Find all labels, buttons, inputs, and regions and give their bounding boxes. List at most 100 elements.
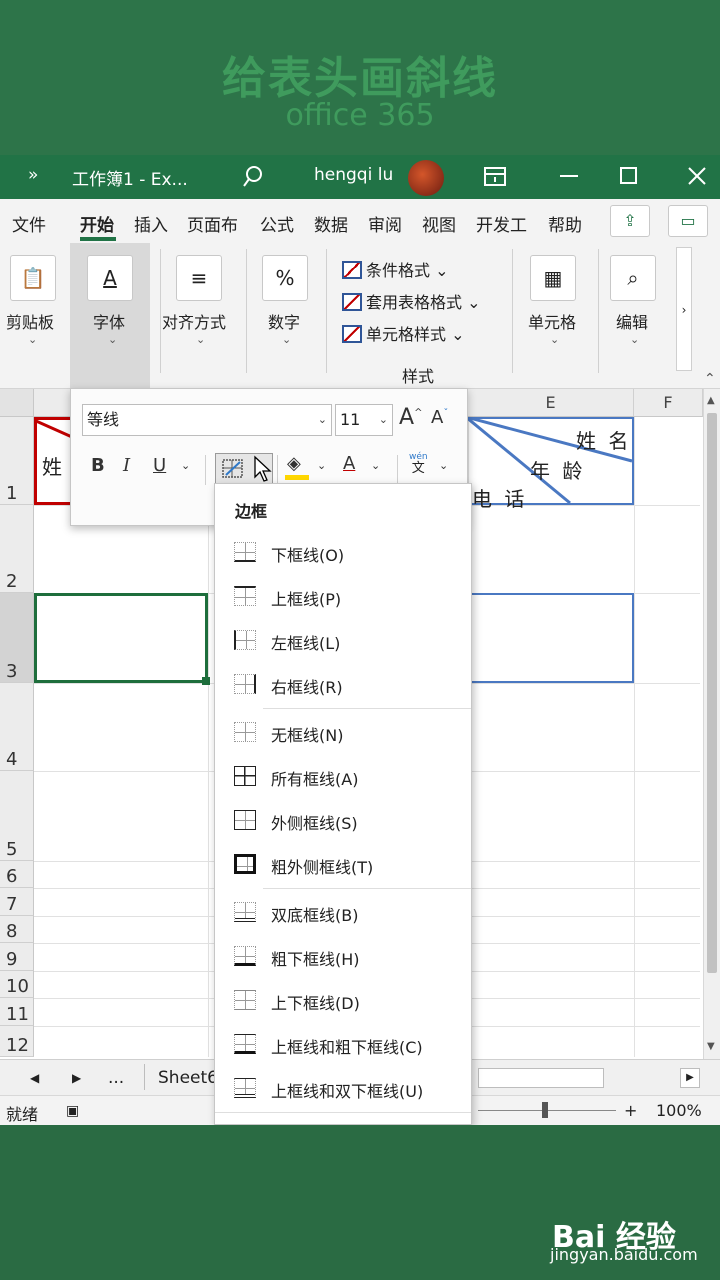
ribbon-display-icon[interactable] <box>484 167 506 187</box>
conditional-format-button[interactable]: 条件格式 ⌄ <box>342 257 449 281</box>
cell-styles-button[interactable]: 单元格样式 ⌄ <box>342 321 465 345</box>
maximize-icon[interactable] <box>620 167 638 185</box>
vertical-scrollbar[interactable]: ▲ ▼ <box>703 389 720 1059</box>
row-header-12[interactable]: 12 <box>0 1026 34 1057</box>
horizontal-scrollbar[interactable] <box>478 1068 604 1088</box>
conditional-format-icon <box>342 261 362 279</box>
row-header-1[interactable]: 1 <box>0 417 34 505</box>
menu-item-top-border[interactable]: 上框线(P) <box>215 574 471 618</box>
fill-color-dropdown-icon[interactable]: ⌄ <box>317 459 326 472</box>
menu-item-all-borders[interactable]: 所有框线(A) <box>215 754 471 798</box>
group-editing[interactable]: ⌕ 编辑 ⌄ <box>600 243 670 389</box>
column-header-f[interactable]: F <box>634 389 703 417</box>
comments-icon[interactable]: ▭ <box>668 205 708 237</box>
column-header-e[interactable]: E <box>468 389 634 417</box>
avatar[interactable] <box>408 160 444 196</box>
row-header-2[interactable]: 2 <box>0 505 34 593</box>
close-icon[interactable] <box>688 167 706 185</box>
right-border-icon <box>234 674 256 694</box>
toolbar-separator <box>205 455 206 485</box>
font-color-button[interactable]: A <box>343 453 355 474</box>
tab-insert[interactable]: 插入 <box>134 211 168 236</box>
tab-scroll-right-icon[interactable]: ▶ <box>72 1071 81 1085</box>
menu-item-thick-outside-borders[interactable]: 粗外侧框线(T) <box>215 842 471 886</box>
collapse-ribbon-icon[interactable]: ⌃ <box>704 371 716 387</box>
group-font[interactable]: A 字体 ⌄ <box>70 243 150 389</box>
group-alignment[interactable]: ≡ 对齐方式 ⌄ <box>160 243 242 389</box>
row-header-11[interactable]: 11 <box>0 998 34 1026</box>
menu-item-top-bottom-border[interactable]: 上下框线(D) <box>215 978 471 1022</box>
menu-item-double-bottom-border[interactable]: 双底框线(B) <box>215 890 471 934</box>
ribbon-separator <box>512 249 513 373</box>
share-icon[interactable]: ⇪ <box>610 205 650 237</box>
menu-item-thick-bottom-border[interactable]: 粗下框线(H) <box>215 934 471 978</box>
top-thick-bottom-border-icon <box>234 1034 256 1054</box>
tab-review[interactable]: 审阅 <box>368 211 402 236</box>
menu-item-left-border[interactable]: 左框线(L) <box>215 618 471 662</box>
fill-handle[interactable] <box>202 677 210 685</box>
hscroll-right-icon[interactable]: ▶ <box>680 1068 700 1088</box>
bold-button[interactable]: B <box>91 455 105 476</box>
font-size-select[interactable]: 11 ⌄ <box>335 404 393 436</box>
menu-item-outside-borders[interactable]: 外侧框线(S) <box>215 798 471 842</box>
group-cells[interactable]: ▦ 单元格 ⌄ <box>514 243 594 389</box>
row-header-8[interactable]: 8 <box>0 916 34 943</box>
row-header-3[interactable]: 3 <box>0 593 34 683</box>
user-name[interactable]: hengqi lu <box>314 165 393 185</box>
tab-developer[interactable]: 开发工 <box>476 211 527 236</box>
decrease-font-button[interactable]: Aˇ <box>431 407 448 428</box>
select-all-corner[interactable] <box>0 389 34 417</box>
group-clipboard[interactable]: 📋 剪贴板 ⌄ <box>0 243 68 389</box>
sheet-tab[interactable]: Sheet6 <box>158 1068 218 1088</box>
tab-formulas[interactable]: 公式 <box>260 211 294 236</box>
phonetic-dropdown-icon[interactable]: ⌄ <box>439 459 448 472</box>
ribbon-tabs: 文件 开始 插入 页面布 公式 数据 审阅 视图 开发工 帮助 ⇪ ▭ <box>0 199 720 243</box>
menu-item-top-thick-bottom-border[interactable]: 上框线和粗下框线(C) <box>215 1022 471 1066</box>
bottom-border-icon <box>234 542 256 562</box>
tab-help[interactable]: 帮助 <box>548 211 582 236</box>
row-header-7[interactable]: 7 <box>0 888 34 916</box>
zoom-in-button[interactable]: + <box>624 1101 637 1120</box>
zoom-level[interactable]: 100% <box>656 1101 702 1120</box>
macro-record-icon[interactable]: ▣ <box>66 1103 79 1119</box>
group-number[interactable]: % 数字 ⌄ <box>250 243 322 389</box>
underline-dropdown-icon[interactable]: ⌄ <box>181 459 190 472</box>
menu-item-bottom-border[interactable]: 下框线(O) <box>215 530 471 574</box>
tab-page-layout[interactable]: 页面布 <box>187 211 238 236</box>
fill-color-button[interactable]: ◈ <box>287 453 301 474</box>
font-name-select[interactable]: 等线 ⌄ <box>82 404 332 436</box>
tab-view[interactable]: 视图 <box>422 211 456 236</box>
row-header-10[interactable]: 10 <box>0 971 34 998</box>
row-header-5[interactable]: 5 <box>0 771 34 861</box>
zoom-slider-thumb[interactable] <box>542 1102 548 1118</box>
tab-home[interactable]: 开始 <box>80 211 114 236</box>
scroll-up-icon[interactable]: ▲ <box>707 395 715 406</box>
menu-separator <box>263 708 471 709</box>
thick-bottom-border-icon <box>234 946 256 966</box>
row-header-9[interactable]: 9 <box>0 943 34 971</box>
menu-item-no-border[interactable]: 无框线(N) <box>215 710 471 754</box>
ribbon-scroll-right-icon[interactable]: › <box>676 247 692 371</box>
minimize-icon[interactable] <box>560 175 580 179</box>
format-as-table-button[interactable]: 套用表格格式 ⌄ <box>342 289 481 313</box>
phonetic-guide-button[interactable]: wén 文 <box>409 453 428 476</box>
font-color-dropdown-icon[interactable]: ⌄ <box>371 459 380 472</box>
menu-item-top-double-bottom-border[interactable]: 上框线和双下框线(U) <box>215 1066 471 1110</box>
search-icon[interactable] <box>242 165 264 189</box>
tab-file[interactable]: 文件 <box>12 211 46 236</box>
row-header-6[interactable]: 6 <box>0 861 34 888</box>
qat-more-button[interactable]: » <box>28 165 38 185</box>
tab-data[interactable]: 数据 <box>314 211 348 236</box>
scroll-thumb[interactable] <box>707 413 717 973</box>
e3-blue-border-cell[interactable] <box>466 593 634 683</box>
menu-separator <box>263 888 471 889</box>
tab-more-button[interactable]: ... <box>108 1068 124 1088</box>
selected-cell-a3[interactable] <box>34 593 208 683</box>
scroll-down-icon[interactable]: ▼ <box>707 1041 715 1052</box>
increase-font-button[interactable]: A^ <box>399 405 422 430</box>
menu-item-right-border[interactable]: 右框线(R) <box>215 662 471 706</box>
underline-button[interactable]: U <box>153 455 166 476</box>
italic-button[interactable]: I <box>123 455 130 476</box>
tab-scroll-left-icon[interactable]: ◀ <box>30 1071 39 1085</box>
row-header-4[interactable]: 4 <box>0 683 34 771</box>
